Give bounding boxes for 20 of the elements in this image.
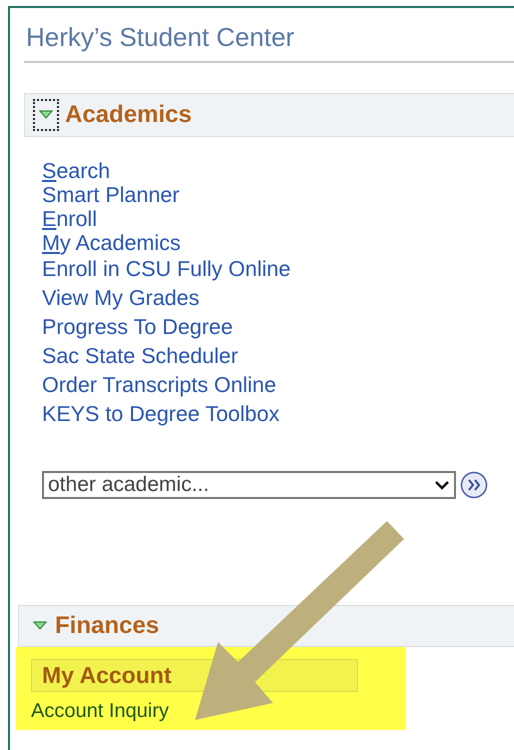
section-title: Academics [65,101,192,129]
chevron-down-icon [434,480,450,490]
section-title: Finances [55,612,160,640]
link[interactable]: Enroll [42,207,97,231]
link[interactable]: Smart Planner [42,183,180,207]
triangle-icon [39,110,53,120]
link[interactable]: Progress To Degree [42,313,233,342]
go-button[interactable] [460,471,488,499]
link[interactable]: Account Inquiry [31,698,169,724]
link[interactable]: Sac State Scheduler [42,342,238,371]
link[interactable]: Search [42,159,110,183]
triangle-icon [33,621,47,631]
collapse-toggle[interactable] [33,99,59,131]
link[interactable]: Order Transcripts Online [42,371,276,400]
link[interactable]: View My Grades [42,284,200,313]
link[interactable]: Enroll in CSU Fully Online [42,255,291,284]
link[interactable]: KEYS to Degree Toolbox [42,400,280,429]
page-title: Herky’s Student Center [26,21,296,53]
link[interactable]: My Academics [42,231,181,255]
dropdown[interactable]: other academic... [42,471,456,499]
